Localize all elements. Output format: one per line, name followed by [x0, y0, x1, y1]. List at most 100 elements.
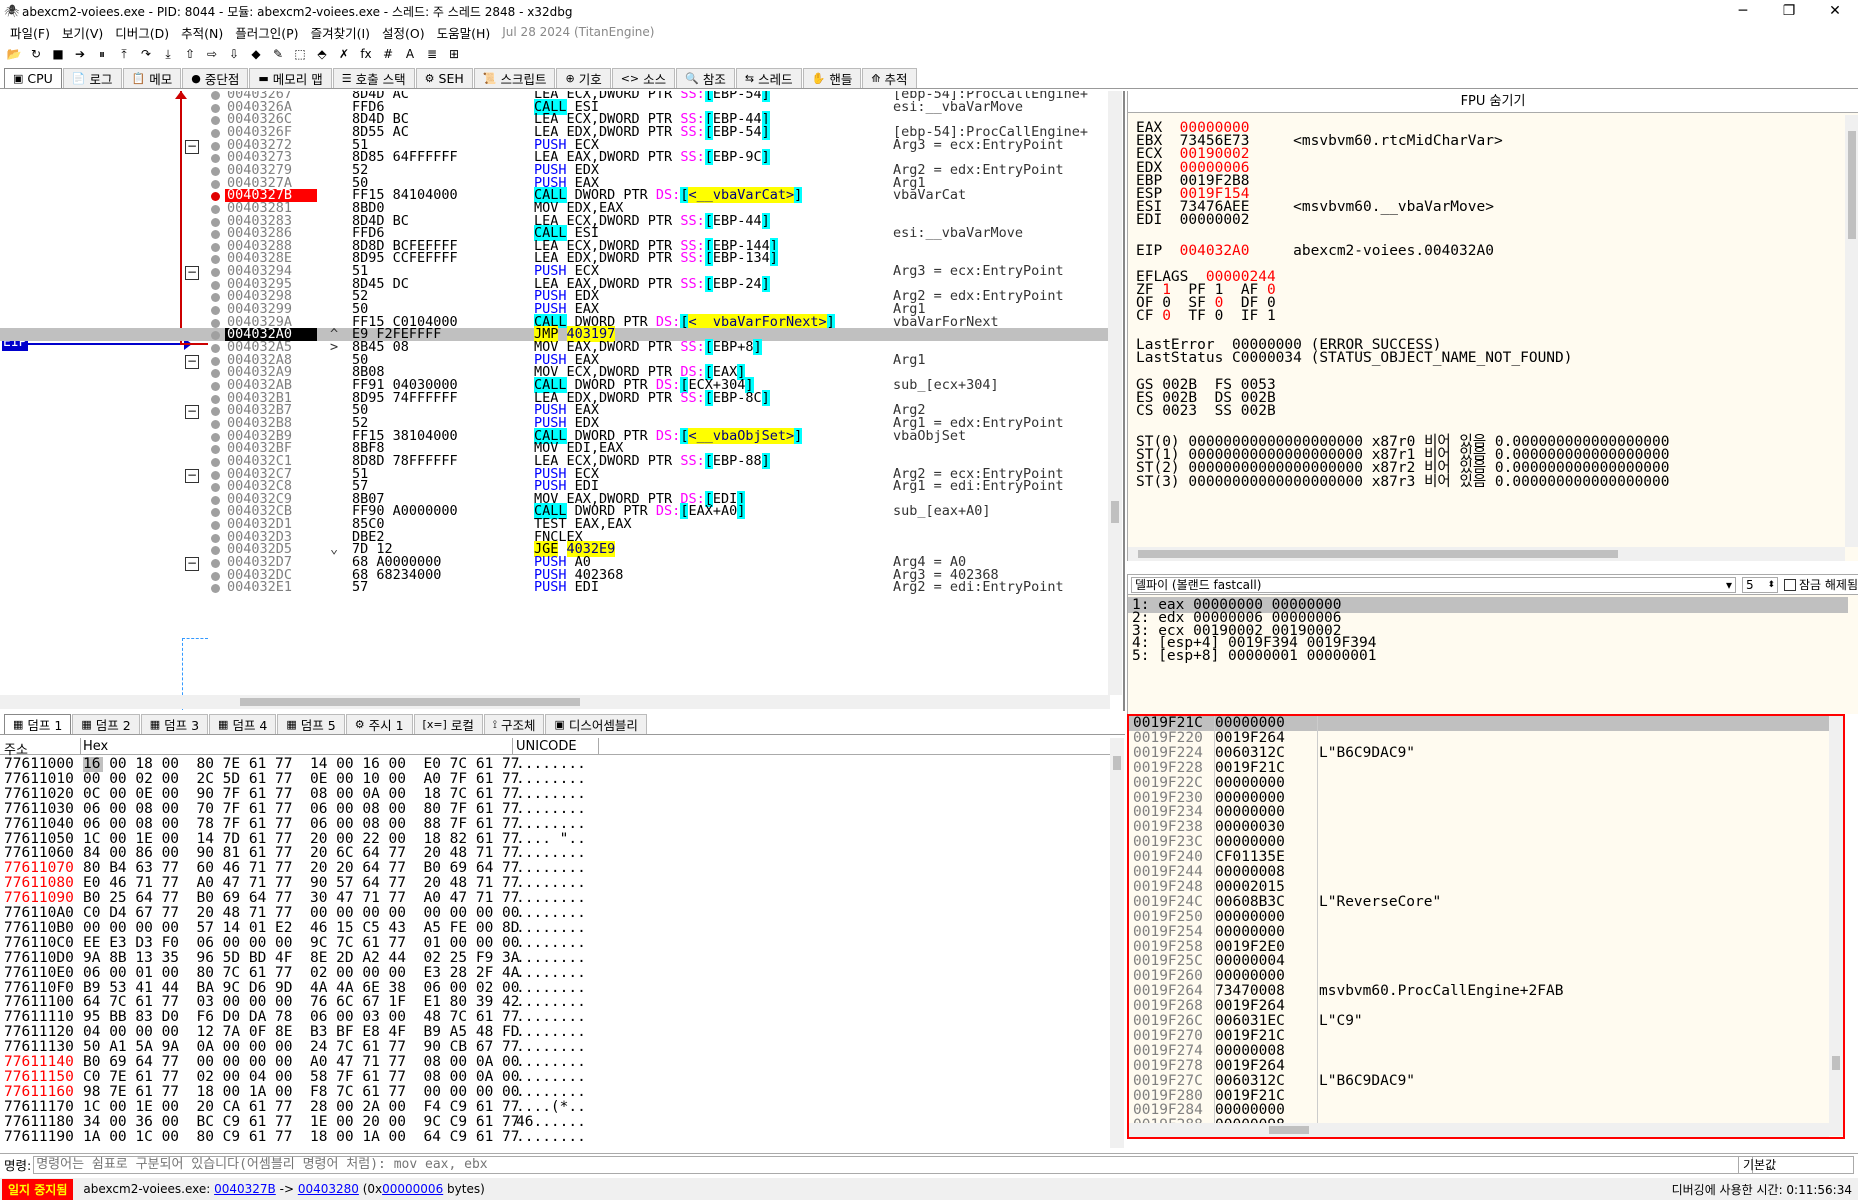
arguments-panel[interactable]: 델파이 (볼랜드 fastcall) ▾ 5 ⬍ 잠금 해제됨 1: eax 000…: [1127, 574, 1858, 714]
argument-row[interactable]: 5: [esp+8] 00000001 00000001: [1132, 648, 1376, 664]
toolbar-icon[interactable]: ⬚: [290, 45, 310, 63]
dump-row[interactable]: 77611120 04 00 00 00 12 7A 0F 8E B3 BF E8…: [0, 1025, 1108, 1040]
breakpoint-dot[interactable]: [211, 432, 220, 442]
dump-unicode[interactable]: ........: [516, 950, 586, 966]
breakpoint-dot[interactable]: [211, 483, 220, 493]
breakpoint-dot[interactable]: [211, 407, 220, 417]
dump-row[interactable]: 776110D0 9A 8B 13 35 96 5D BD 4F 8E 2D A2…: [0, 950, 1108, 966]
breakpoint-dot[interactable]: [211, 192, 220, 202]
tab-4[interactable]: ▬ 메모리 맵: [249, 68, 332, 88]
dump-hex[interactable]: 64 7C 61 77 03 00 00 00 76 6C 67 1F E1 8…: [83, 995, 520, 1010]
dump-unicode[interactable]: .... "..: [516, 831, 586, 847]
stack-row[interactable]: 0019F23C 00000000: [1129, 835, 1841, 850]
menu-item[interactable]: 디버그(D): [109, 23, 175, 42]
toolbar-icon[interactable]: ⇩: [224, 45, 244, 63]
dump-unicode[interactable]: ........: [516, 935, 586, 951]
status-addr1-link[interactable]: 0040327B: [214, 1182, 276, 1196]
stack-row[interactable]: 0019F254 00000000: [1129, 924, 1841, 940]
menu-item[interactable]: 파일(F): [4, 23, 56, 42]
dump-row[interactable]: 77611080 E0 46 71 77 A0 47 71 77 90 57 64…: [0, 876, 1108, 891]
stack-row[interactable]: 0019F270 0019F21C: [1129, 1028, 1841, 1044]
dump-vscroll[interactable]: [1110, 738, 1124, 1148]
dump-unicode[interactable]: ........: [516, 920, 586, 936]
regs-hscroll[interactable]: [1128, 547, 1845, 561]
dump-row[interactable]: 776110F0 B9 53 41 44 BA 9C D6 9D 4A 4A 6E…: [0, 980, 1108, 996]
menu-item[interactable]: 보기(V): [56, 23, 109, 42]
flag-value[interactable]: 1: [1267, 308, 1276, 324]
dump-row[interactable]: 77611040 06 00 08 00 78 7F 61 77 06 00 08…: [0, 816, 1108, 832]
toolbar-icon[interactable]: ⊞: [444, 45, 464, 63]
register-row[interactable]: EDI 00000002: [1136, 212, 1293, 228]
dump-unicode[interactable]: ........: [516, 846, 586, 861]
stack-row[interactable]: 0019F234 00000000: [1129, 805, 1841, 820]
dump-hex[interactable]: 06 00 08 00 70 7F 61 77 06 00 08 00 80 7…: [83, 801, 520, 817]
fpu-toggle-button[interactable]: FPU 숨기기: [1128, 91, 1858, 113]
menu-item[interactable]: 도움말(H): [431, 23, 497, 42]
minimize-button[interactable]: ─: [1720, 0, 1766, 22]
regs-vscroll[interactable]: [1845, 115, 1858, 547]
flags-row[interactable]: CF 0 TF 0 IF 1: [1136, 308, 1293, 324]
breakpoint-dot[interactable]: [211, 344, 220, 353]
flag-value[interactable]: 0: [1162, 308, 1171, 324]
stack-row[interactable]: 0019F278 0019F264: [1129, 1058, 1841, 1074]
breakpoint-dot[interactable]: [211, 116, 220, 126]
dump-hex[interactable]: 80 B4 63 77 60 46 71 77 20 20 64 77 B0 6…: [83, 861, 520, 876]
stack-panel[interactable]: 0019F21C 00000000 0019F220 0019F264 0019F224…: [1127, 714, 1845, 1139]
breakpoint-dot[interactable]: [211, 230, 220, 240]
breakpoint-dot[interactable]: [211, 103, 220, 113]
dump-row[interactable]: 77611000 16 00 18 00 80 7E 61 77 14 00 16…: [0, 757, 1108, 772]
breakpoint-dot[interactable]: [211, 318, 220, 328]
stack-row[interactable]: 0019F230 00000000: [1129, 790, 1841, 806]
stack-row[interactable]: 0019F240 CF01135E: [1129, 850, 1841, 865]
dump-row[interactable]: 77611110 95 BB 83 D0 F6 D0 DA 78 06 00 03…: [0, 1010, 1108, 1025]
registers-panel[interactable]: FPU 숨기기 EAX 00000000 EBX 73456E73 <msvbv…: [1127, 91, 1858, 561]
menu-item[interactable]: 즐겨찾기(I): [305, 23, 376, 42]
stack-row[interactable]: 0019F284 00000000: [1129, 1103, 1841, 1118]
stack-row[interactable]: 0019F274 00000008: [1129, 1043, 1841, 1059]
dump-hex[interactable]: 1C 00 1E 00 20 CA 61 77 28 00 2A 00 F4 C…: [83, 1099, 520, 1115]
tab-13[interactable]: ⟰ 추적: [862, 68, 917, 88]
command-input[interactable]: [33, 1155, 1754, 1174]
toolbar-icon[interactable]: ≣: [422, 45, 442, 63]
dump-row[interactable]: 77611030 06 00 08 00 70 7F 61 77 06 00 08…: [0, 801, 1108, 817]
stack-row[interactable]: 0019F22C 00000000: [1129, 775, 1841, 791]
dump-hex[interactable]: 84 00 86 00 90 81 61 77 20 6C 64 77 20 4…: [83, 846, 520, 861]
dump-hex[interactable]: E0 46 71 77 A0 47 71 77 90 57 64 77 20 4…: [83, 876, 520, 891]
dump-unicode[interactable]: ....(*..: [516, 1099, 586, 1115]
dump-unicode[interactable]: ........: [516, 1040, 586, 1055]
breakpoint-dot[interactable]: [211, 217, 220, 227]
dump-unicode[interactable]: ........: [516, 965, 586, 981]
tab-0[interactable]: ▣ CPU: [4, 68, 62, 88]
dump-row[interactable]: 776110E0 06 00 01 00 80 7C 61 77 02 00 00…: [0, 965, 1108, 981]
breakpoint-dot[interactable]: [211, 470, 220, 480]
breakpoint-dot[interactable]: [211, 457, 220, 467]
breakpoint-dot[interactable]: [211, 381, 220, 391]
stack-row[interactable]: 0019F260 00000000: [1129, 969, 1841, 984]
tab-12[interactable]: ✋ 핸들: [802, 68, 862, 88]
dump-hex[interactable]: 34 00 36 00 BC C9 61 77 1E 00 20 00 9C C…: [83, 1114, 520, 1130]
breakpoint-dot[interactable]: [211, 445, 220, 455]
stack-row[interactable]: 0019F280 0019F21C: [1129, 1088, 1841, 1104]
dump-hex[interactable]: 16 00 18 00 80 7E 61 77 14 00 16 00 E0 7…: [83, 757, 520, 772]
toolbar-icon[interactable]: A: [400, 45, 420, 63]
menu-item[interactable]: 추적(N): [175, 23, 229, 42]
tab-6[interactable]: ⚙ SEH: [415, 68, 473, 88]
toolbar-icon[interactable]: ⬘: [312, 45, 332, 63]
toolbar-icon[interactable]: #: [378, 45, 398, 63]
tab-5[interactable]: ☰ 호출 스택: [332, 68, 415, 88]
dump-row[interactable]: 776110A0 C0 D4 67 77 20 48 71 77 00 00 00…: [0, 906, 1108, 921]
dump-row[interactable]: 776110C0 EE E3 D3 F0 06 00 00 00 9C 7C 61…: [0, 935, 1108, 951]
dump-hex[interactable]: 1A 00 1C 00 80 C9 61 77 18 00 1A 00 64 C…: [83, 1129, 520, 1145]
dump-tab-3[interactable]: ▦ 덤프 4: [209, 714, 277, 734]
dump-row[interactable]: 77611170 1C 00 1E 00 20 CA 61 77 28 00 2A…: [0, 1099, 1108, 1115]
breakpoint-dot[interactable]: [211, 166, 220, 176]
dump-unicode[interactable]: ........: [516, 801, 586, 817]
stack-row[interactable]: 0019F264 73470008 msvbvm60.ProcCallEngine+…: [1129, 984, 1841, 999]
dump-hex[interactable]: B9 53 41 44 BA 9C D6 9D 4A 4A 6E 38 06 0…: [83, 980, 520, 996]
dump-unicode[interactable]: ........: [516, 906, 586, 921]
dump-row[interactable]: 77611160 98 7E 61 77 18 00 1A 00 F8 7C 61…: [0, 1084, 1108, 1100]
dump-unicode[interactable]: ........: [516, 876, 586, 891]
menu-item[interactable]: 플러그인(P): [229, 23, 304, 42]
toolbar-icon[interactable]: ✗: [334, 45, 354, 63]
dump-hex[interactable]: EE E3 D3 F0 06 00 00 00 9C 7C 61 77 01 0…: [83, 935, 520, 951]
